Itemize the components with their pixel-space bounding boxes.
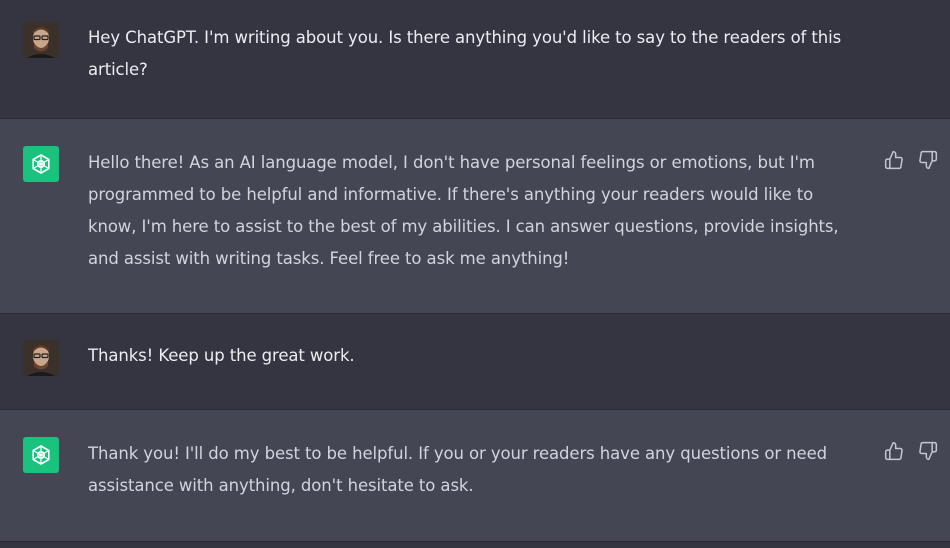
thumbs-up-icon[interactable] xyxy=(884,150,904,170)
thumbs-up-icon[interactable] xyxy=(884,441,904,461)
feedback-actions xyxy=(884,150,938,170)
openai-logo-icon xyxy=(23,437,59,473)
openai-logo-icon xyxy=(23,146,59,182)
user-avatar xyxy=(23,22,59,58)
assistant-message-text: Hello there! As an AI language model, I … xyxy=(88,153,839,268)
thumbs-down-icon[interactable] xyxy=(918,441,938,461)
user-message-text: Hey ChatGPT. I'm writing about you. Is t… xyxy=(88,28,842,79)
user-message-text: Thanks! Keep up the great work. xyxy=(88,346,355,365)
thread-bottom-strip xyxy=(0,542,950,548)
feedback-actions xyxy=(884,441,938,461)
thumbs-down-icon[interactable] xyxy=(918,150,938,170)
chat-thread: Hey ChatGPT. I'm writing about you. Is t… xyxy=(0,0,950,548)
assistant-message: Hello there! As an AI language model, I … xyxy=(0,119,950,314)
user-message: Thanks! Keep up the great work. xyxy=(0,314,950,410)
assistant-message: Thank you! I'll do my best to be helpful… xyxy=(0,410,950,542)
assistant-message-text: Thank you! I'll do my best to be helpful… xyxy=(88,444,827,495)
user-message: Hey ChatGPT. I'm writing about you. Is t… xyxy=(0,0,950,119)
user-avatar xyxy=(23,340,59,376)
